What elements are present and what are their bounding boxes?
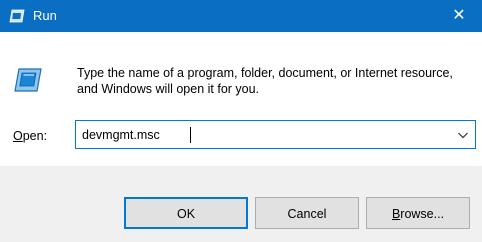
- open-input[interactable]: [76, 121, 446, 148]
- browse-label: rowse...: [400, 207, 445, 221]
- run-icon: [9, 9, 25, 23]
- close-icon: ✕: [452, 7, 466, 24]
- open-label-access-key: O: [13, 129, 23, 143]
- close-button[interactable]: ✕: [436, 0, 482, 32]
- open-combobox[interactable]: [75, 120, 476, 149]
- run-dialog: Run ✕ Type the name of a program, folder…: [0, 0, 482, 242]
- ok-button[interactable]: OK: [124, 197, 248, 229]
- window-title: Run: [33, 8, 57, 23]
- text-caret: [190, 127, 191, 143]
- title-bar[interactable]: Run ✕: [0, 0, 482, 32]
- browse-button[interactable]: Browse...: [366, 197, 470, 229]
- chevron-down-icon[interactable]: [457, 129, 469, 141]
- open-label: Open:: [13, 129, 47, 143]
- instructions-text: Type the name of a program, folder, docu…: [77, 66, 453, 96]
- run-program-icon: [14, 68, 42, 92]
- open-label-text: pen:: [22, 129, 48, 143]
- cancel-button[interactable]: Cancel: [255, 197, 359, 229]
